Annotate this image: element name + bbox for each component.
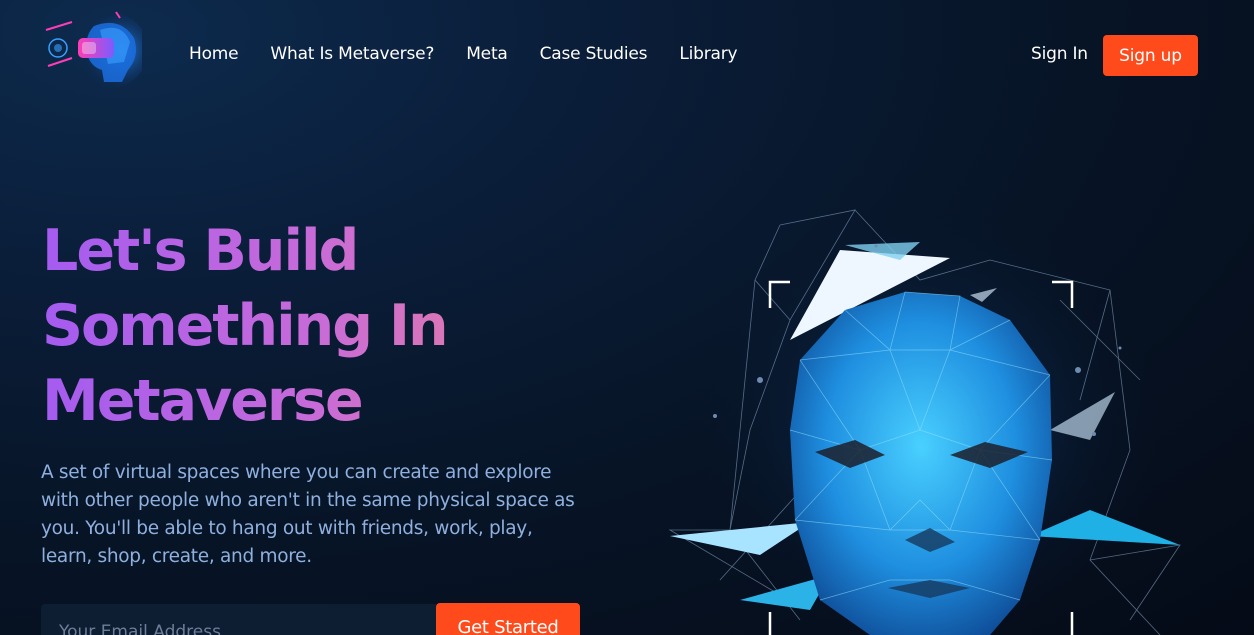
hero-description: A set of virtual spaces where you can cr… (41, 462, 575, 567)
vr-headset-logo-icon[interactable] (42, 8, 142, 88)
sign-up-button[interactable]: Sign up (1103, 35, 1198, 76)
nav-link-case-studies[interactable]: Case Studies (540, 44, 648, 64)
nav-link-what-is-metaverse[interactable]: What Is Metaverse? (270, 44, 434, 64)
top-navigation: Home What Is Metaverse? Meta Case Studie… (0, 0, 1254, 112)
email-input[interactable] (41, 604, 436, 635)
hero-headline-line-3: Metaverse (42, 368, 362, 434)
main-menu: Home What Is Metaverse? Meta Case Studie… (189, 44, 769, 64)
nav-link-home[interactable]: Home (189, 44, 239, 64)
polygon-face-illustration (668, 209, 1181, 635)
get-started-button[interactable]: Get Started (436, 603, 580, 635)
hero-headline: Let's Build Something In Metaverse (42, 214, 542, 439)
hero-headline-line-2: Something In (42, 293, 447, 359)
nav-link-meta[interactable]: Meta (466, 44, 508, 64)
nav-link-library[interactable]: Library (679, 44, 737, 64)
hero-headline-line-1: Let's Build (42, 218, 358, 284)
sign-in-link[interactable]: Sign In (1031, 44, 1088, 64)
